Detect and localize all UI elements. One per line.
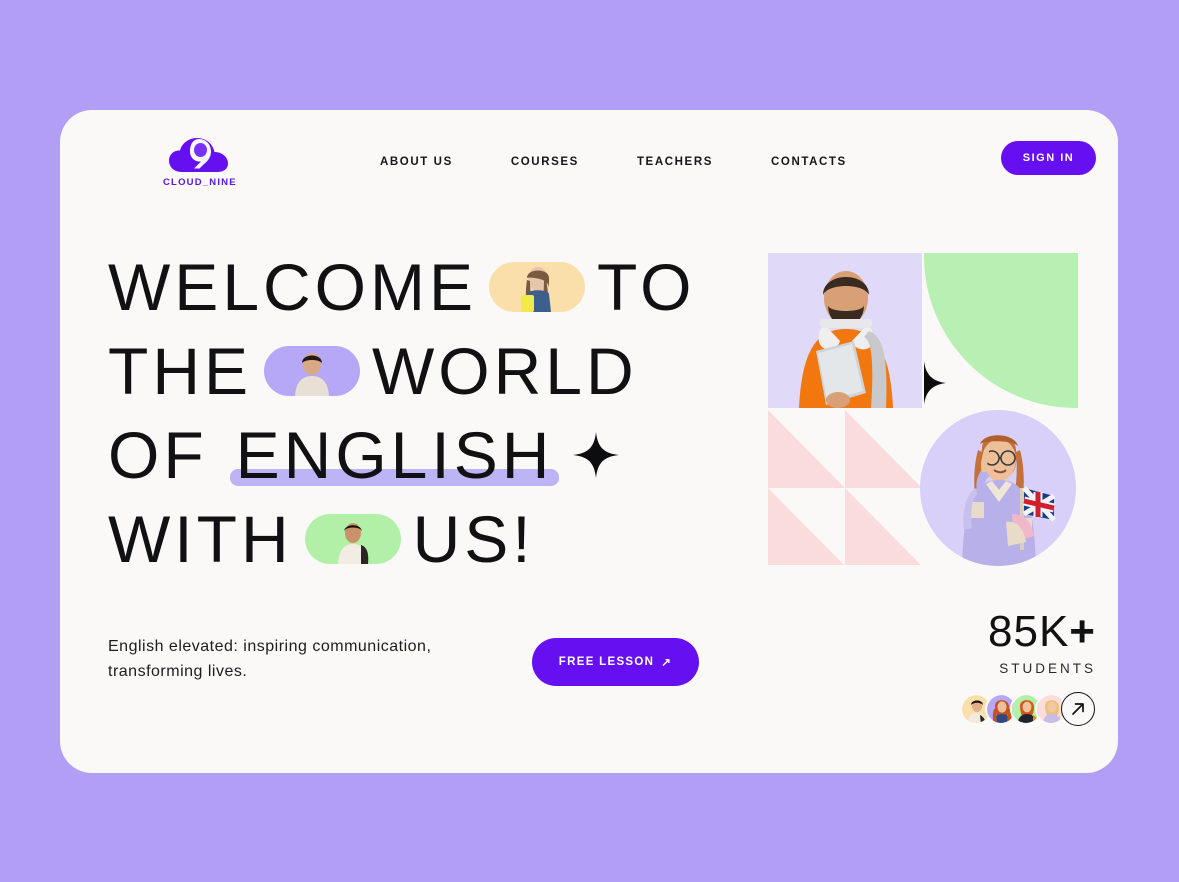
free-lesson-button[interactable]: FREE LESSON ↗ (532, 638, 699, 686)
collage-top-right (924, 253, 1078, 408)
collage-top-left (768, 253, 922, 408)
student-woman-phone-photo (521, 267, 552, 312)
collage-bottom-left (768, 410, 922, 565)
headline-word-welcome: WELCOME (108, 250, 478, 324)
site-header: CLOUD_NINE ABOUT US COURSES TEACHERS CON… (60, 110, 1118, 220)
hero-card: CLOUD_NINE ABOUT US COURSES TEACHERS CON… (60, 110, 1118, 773)
sparkle-star-icon (924, 361, 946, 408)
headline-word-of: OF (108, 418, 208, 492)
nav-item-about-us[interactable]: ABOUT US (380, 148, 453, 176)
headline-emphasis-english: ENGLISH (229, 422, 560, 488)
headline-word-us: US! (412, 502, 535, 576)
headline-line-1: WELCOME TO (108, 245, 728, 329)
hero-image-collage (768, 253, 1078, 566)
sign-in-button[interactable]: SIGN IN (1001, 141, 1096, 175)
arrow-up-right-icon: ↗ (661, 657, 673, 669)
free-lesson-label: FREE LESSON (558, 656, 655, 668)
hero-tagline: English elevated: inspiring communicatio… (108, 638, 432, 680)
view-more-students-button[interactable] (1061, 692, 1095, 726)
pink-triangle-pattern (768, 410, 922, 565)
headline-line-3: OF ENGLISH (108, 413, 728, 497)
student-man-tshirt-photo (295, 353, 329, 396)
inline-photo-pill-1 (489, 262, 586, 312)
brand-logo[interactable]: CLOUD_NINE (163, 135, 237, 188)
stat-value: 85K+ (896, 610, 1096, 654)
headline-line-2: THE WORLD (108, 329, 728, 413)
hero-headline: WELCOME TO THE WORLD OF ENGLISH WITH US! (108, 245, 728, 581)
cloud-nine-logo-icon (169, 138, 228, 172)
headline-word-with: WITH (108, 502, 293, 576)
nav-item-teachers[interactable]: TEACHERS (637, 148, 713, 176)
students-stat-block: 85K+ STUDENTS (896, 610, 1096, 726)
green-quarter-circle-shape (924, 253, 1078, 408)
headline-word-the: THE (108, 334, 252, 408)
student-woman-backpack-photo (337, 523, 368, 564)
inline-photo-pill-3 (304, 514, 401, 564)
headline-word-to: TO (597, 250, 696, 324)
student-avatar-group (896, 692, 1096, 726)
nav-item-contacts[interactable]: CONTACTS (771, 148, 847, 176)
stat-number: 85K (988, 607, 1070, 656)
inline-photo-pill-2 (264, 346, 360, 396)
arrow-up-right-icon (1072, 703, 1084, 715)
man-orange-sweater-laptop-photo (768, 253, 922, 408)
headline-line-4: WITH US! (108, 497, 728, 581)
headline-word-english: ENGLISH (235, 418, 554, 492)
collage-bottom-right (920, 410, 1078, 566)
woman-uk-flag-photo (920, 410, 1076, 566)
brand-name: CLOUD_NINE (163, 177, 237, 188)
stat-plus: + (1069, 607, 1096, 656)
main-nav: ABOUT US COURSES TEACHERS CONTACTS (380, 148, 847, 176)
stat-label: STUDENTS (999, 661, 1096, 676)
nav-item-courses[interactable]: COURSES (511, 148, 579, 176)
headline-word-world: WORLD (372, 334, 638, 408)
sparkle-star-icon (573, 422, 620, 488)
